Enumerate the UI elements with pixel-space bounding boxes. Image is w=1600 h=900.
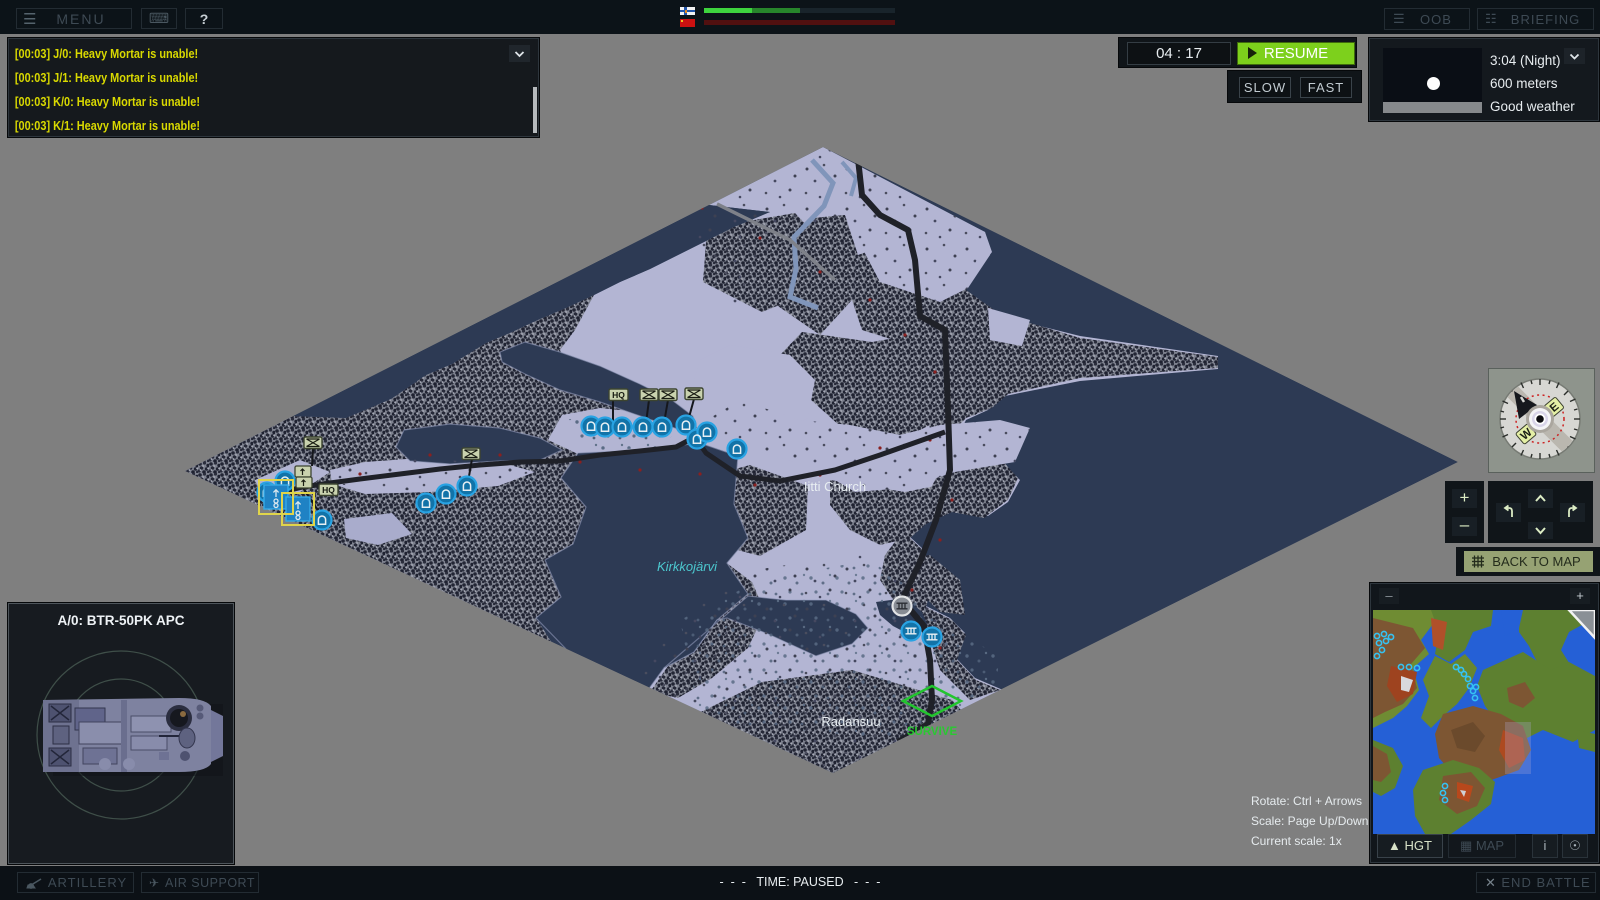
svg-text:HQ: HQ xyxy=(612,390,625,400)
svg-text:Iitti Church: Iitti Church xyxy=(804,479,866,494)
svg-text:Rotate: Ctrl + Arrows: Rotate: Ctrl + Arrows xyxy=(1251,794,1362,808)
svg-text:Radansuu: Radansuu xyxy=(821,714,880,729)
svg-text:Scale: Page Up/Down: Scale: Page Up/Down xyxy=(1251,814,1368,828)
svg-text:SURVIVE: SURVIVE xyxy=(907,726,958,738)
svg-text:Current scale: 1x: Current scale: 1x xyxy=(1251,834,1342,848)
svg-text:HQ: HQ xyxy=(322,485,335,495)
svg-text:Kirkkojärvi: Kirkkojärvi xyxy=(657,559,718,574)
